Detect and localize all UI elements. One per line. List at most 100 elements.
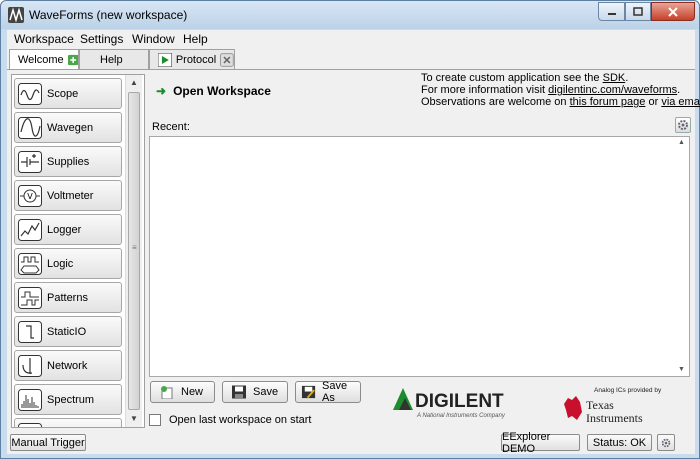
forum-link[interactable]: this forum page — [570, 96, 646, 108]
logic-icon — [18, 252, 42, 275]
ti-caption: Analog ICs provided by — [594, 387, 662, 394]
tab-strip: Welcome Help Protocol — [7, 49, 695, 70]
scope-icon — [18, 82, 42, 105]
instrument-scrollbar[interactable]: ▲ ≡ ▼ — [125, 75, 142, 427]
digilent-tagline: A National Instruments Company — [416, 413, 506, 419]
recent-scroll-down-icon[interactable]: ▼ — [678, 366, 685, 373]
scroll-thumb[interactable]: ≡ — [128, 92, 140, 410]
save-as-label: Save As — [322, 380, 348, 404]
manual-trigger-button[interactable]: Manual Trigger — [10, 434, 86, 451]
instrument-icon — [18, 422, 42, 427]
spectrum-icon — [18, 388, 42, 411]
voltmeter-label: Voltmeter — [47, 189, 94, 202]
website-link[interactable]: digilentinc.com/waveforms — [548, 84, 677, 96]
open-workspace-link[interactable]: ➜ Open Workspace — [156, 84, 271, 98]
instrument-list: Scope Wavegen Supplies V Voltmeter Logge… — [11, 74, 145, 428]
welcome-page: Scope Wavegen Supplies V Voltmeter Logge… — [7, 69, 700, 430]
feedback-info-mid: or — [645, 96, 662, 108]
logger-button[interactable]: Logger — [14, 214, 122, 245]
logger-icon — [18, 218, 42, 241]
status-bar: Manual Trigger EExplorer DEMO Status: OK — [7, 431, 695, 455]
workspace-panel: ➜ Open Workspace To create custom applic… — [146, 72, 700, 428]
patterns-button[interactable]: Patterns — [14, 282, 122, 313]
website-info-text: For more information visit — [421, 84, 549, 96]
email-link[interactable]: via email — [661, 96, 700, 108]
staticio-icon — [18, 320, 42, 343]
app-window: WaveForms (new workspace) Workspace Sett… — [0, 0, 700, 459]
gear-icon — [678, 120, 688, 130]
sdk-link[interactable]: SDK — [603, 72, 626, 84]
save-label: Save — [253, 386, 279, 398]
tab-help[interactable]: Help — [79, 49, 149, 69]
open-last-checkbox[interactable] — [149, 414, 161, 426]
supplies-button[interactable]: Supplies — [14, 146, 122, 177]
staticio-label: StaticIO — [47, 325, 87, 338]
grip-icon: ≡ — [132, 243, 137, 252]
open-last-label: Open last workspace on start — [169, 414, 312, 426]
scope-label: Scope — [47, 87, 79, 100]
voltmeter-button[interactable]: V Voltmeter — [14, 180, 122, 211]
logic-button[interactable]: Logic — [14, 248, 122, 279]
maximize-button[interactable] — [625, 2, 651, 21]
wavegen-button[interactable]: Wavegen — [14, 112, 122, 143]
sdk-info-suffix: . — [625, 72, 629, 84]
feedback-info: Observations are welcome on this forum p… — [421, 96, 700, 108]
status-button[interactable]: Status: OK — [587, 434, 652, 451]
recent-workspaces-list[interactable]: ▲ ▼ — [149, 136, 690, 377]
client-area: Workspace Settings Window Help Welcome H… — [7, 30, 700, 455]
add-tab-icon[interactable] — [67, 53, 78, 67]
next-instrument-button[interactable] — [14, 418, 122, 427]
window-title: WaveForms (new workspace) — [29, 8, 188, 22]
recent-settings-button[interactable] — [675, 117, 691, 133]
digilent-logo: DIGILENT A National Instruments Company — [393, 388, 506, 419]
patterns-icon — [18, 286, 42, 309]
sdk-info: To create custom application see the SDK… — [421, 72, 628, 84]
device-button[interactable]: EExplorer DEMO — [501, 431, 580, 455]
title-bar[interactable]: WaveForms (new workspace) — [1, 1, 699, 29]
minimize-icon — [607, 12, 616, 15]
spectrum-label: Spectrum — [47, 393, 95, 406]
spectrum-button[interactable]: Spectrum — [14, 384, 122, 415]
menu-help[interactable]: Help — [183, 32, 208, 46]
supplies-label: Supplies — [47, 155, 90, 168]
play-icon — [158, 52, 172, 67]
network-icon — [18, 354, 42, 377]
menu-settings[interactable]: Settings — [80, 32, 123, 46]
logic-label: Logic — [47, 257, 74, 270]
website-info-suffix: . — [677, 84, 681, 96]
scroll-up-icon[interactable]: ▲ — [128, 77, 140, 89]
voltmeter-icon: V — [18, 184, 42, 207]
close-tab-icon[interactable] — [220, 52, 234, 67]
network-button[interactable]: Network — [14, 350, 122, 381]
open-last-row[interactable]: Open last workspace on start — [149, 414, 311, 426]
recent-scroll-up-icon[interactable]: ▲ — [678, 139, 685, 146]
save-as-button[interactable]: Save As — [295, 380, 361, 404]
minimize-button[interactable] — [598, 2, 625, 21]
save-as-icon — [301, 385, 316, 399]
open-workspace-label: Open Workspace — [173, 84, 271, 98]
tab-welcome[interactable]: Welcome — [9, 49, 79, 70]
supplies-icon — [18, 150, 42, 173]
tab-protocol[interactable]: Protocol — [149, 49, 235, 69]
scroll-down-icon[interactable]: ▼ — [128, 413, 140, 425]
new-button[interactable]: New — [150, 381, 215, 403]
website-info: For more information visit digilentinc.c… — [421, 84, 680, 96]
status-settings-button[interactable] — [657, 434, 675, 451]
sdk-info-text: To create custom application see the — [421, 72, 603, 84]
settings-icon — [661, 438, 671, 447]
menu-window[interactable]: Window — [132, 32, 175, 46]
tab-welcome-label: Welcome — [18, 54, 64, 66]
menu-workspace[interactable]: Workspace — [14, 32, 74, 46]
close-button[interactable] — [651, 2, 695, 21]
tab-help-label: Help — [100, 53, 123, 66]
arrow-right-icon: ➜ — [156, 84, 167, 98]
network-label: Network — [47, 359, 88, 372]
scope-button[interactable]: Scope — [14, 78, 122, 109]
save-button[interactable]: Save — [222, 381, 288, 403]
digilent-wordmark: DIGILENT — [415, 391, 504, 412]
recent-scrollbar[interactable]: ▲ ▼ — [675, 137, 689, 376]
ti-logo: Analog ICs provided by Texas Instruments — [564, 387, 662, 425]
feedback-info-text: Observations are welcome on — [421, 96, 570, 108]
wavegen-label: Wavegen — [47, 121, 94, 134]
staticio-button[interactable]: StaticIO — [14, 316, 122, 347]
